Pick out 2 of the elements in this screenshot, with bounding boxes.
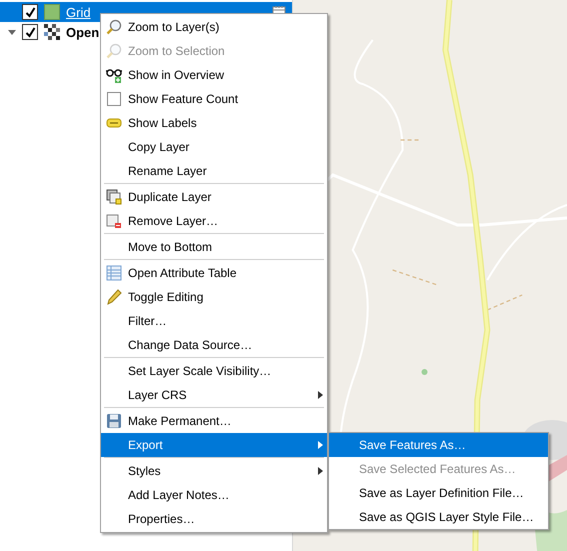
layer-name: Open bbox=[66, 24, 100, 40]
layer-name: Grid bbox=[66, 4, 91, 20]
